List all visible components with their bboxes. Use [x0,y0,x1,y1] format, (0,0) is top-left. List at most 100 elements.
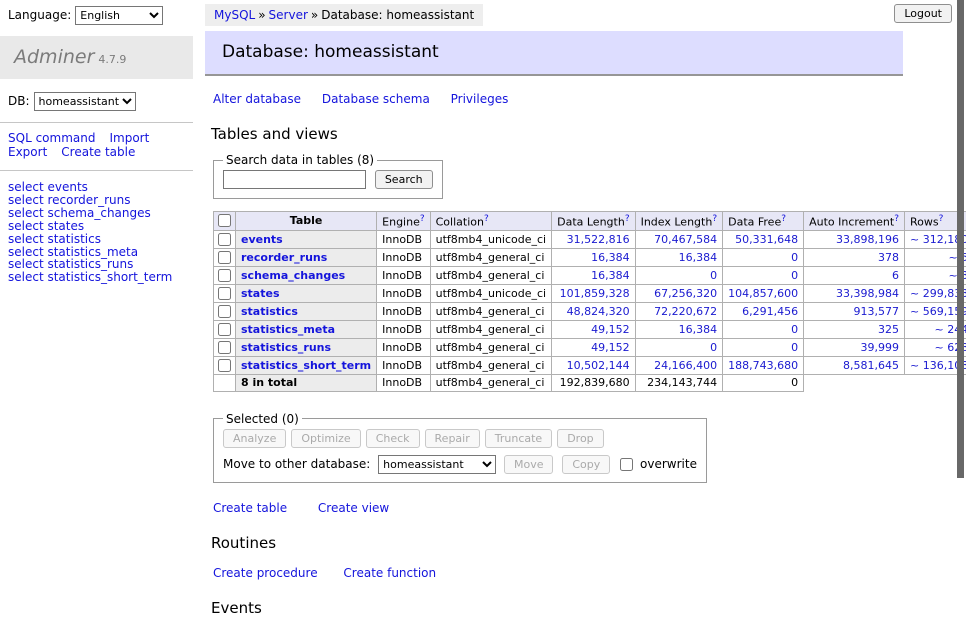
overwrite-checkbox[interactable] [620,458,633,471]
sidebar-select-link[interactable]: select statistics_short_term [8,270,172,284]
move-db-select[interactable]: homeassistant [378,455,496,474]
index-length-cell: 24,166,400 [635,356,723,374]
column-header-auto-increment: Auto Increment? [804,212,905,231]
sidebar-select-link[interactable]: select schema_changes [8,206,151,220]
sidebar-action-create-table[interactable]: Create table [61,145,135,159]
repair-button[interactable]: Repair [425,429,480,448]
table-name-link[interactable]: recorder_runs [241,251,327,264]
index-length-cell: 70,467,584 [635,230,723,248]
breadcrumb-link-mysql[interactable]: MySQL [214,8,255,22]
index-length-cell: 72,220,672 [635,302,723,320]
index-length-cell: 234,143,744 [635,374,723,391]
analyze-button[interactable]: Analyze [223,429,286,448]
auto-increment-cell: 39,999 [804,338,905,356]
selected-fieldset: Selected (0) AnalyzeOptimizeCheckRepairT… [213,412,707,483]
row-checkbox[interactable] [218,287,231,300]
link-create-procedure[interactable]: Create procedure [213,566,318,580]
select-all-checkbox[interactable] [218,214,231,227]
link-create-table[interactable]: Create table [213,501,287,515]
help-link[interactable]: ? [781,214,786,224]
table-row: schema_changesInnoDButf8mb4_general_ci16… [214,266,966,284]
table-row: statistics_runsInnoDButf8mb4_general_ci4… [214,338,966,356]
row-checkbox[interactable] [218,269,231,282]
move-button[interactable]: Move [504,455,554,474]
collation-cell: utf8mb4_general_ci [430,338,551,356]
link-privileges[interactable]: Privileges [451,92,509,106]
link-create-view[interactable]: Create view [318,501,389,515]
breadcrumb-link-server[interactable]: Server [269,8,308,22]
breadcrumb: MySQL»Server»Database: homeassistant [205,4,483,26]
search-input[interactable] [223,170,366,189]
data-free-cell: 0 [723,320,804,338]
data-free-cell: 0 [723,266,804,284]
help-link[interactable]: ? [894,214,899,224]
db-select[interactable]: homeassistant [34,92,136,111]
link-alter-database[interactable]: Alter database [213,92,301,106]
row-checkbox[interactable] [218,323,231,336]
link-database-schema[interactable]: Database schema [322,92,430,106]
data-free-cell: 0 [723,338,804,356]
app-version: 4.7.9 [98,53,126,66]
auto-increment-cell: 378 [804,248,905,266]
language-select[interactable]: English [75,6,163,25]
table-name-link[interactable]: schema_changes [241,269,345,282]
sidebar-select-link[interactable]: select states [8,219,84,233]
data-length-cell: 192,839,680 [552,374,635,391]
overwrite-label[interactable]: overwrite [640,457,697,471]
sidebar-select-link[interactable]: select statistics_runs [8,257,133,271]
move-row: Move to other database: homeassistant Mo… [223,455,697,474]
row-checkbox[interactable] [218,233,231,246]
copy-button[interactable]: Copy [562,455,610,474]
row-checkbox[interactable] [218,305,231,318]
auto-increment-cell: 325 [804,320,905,338]
link-create-function[interactable]: Create function [343,566,436,580]
collation-cell: utf8mb4_general_ci [430,356,551,374]
search-button[interactable]: Search [375,170,433,189]
breadcrumb-separator: » [311,8,318,22]
auto-increment-cell: 8,581,645 [804,356,905,374]
optimize-button[interactable]: Optimize [291,429,360,448]
sidebar-action-export[interactable]: Export [8,145,47,159]
sidebar-select-link[interactable]: select events [8,180,88,194]
drop-button[interactable]: Drop [557,429,603,448]
column-header-label: Collation [436,216,484,229]
column-header-data-free: Data Free? [723,212,804,231]
help-link[interactable]: ? [939,214,944,224]
engine-cell: InnoDB [377,320,430,338]
sidebar-action-sql-command[interactable]: SQL command [8,131,95,145]
tables-tbody: eventsInnoDButf8mb4_unicode_ci31,522,816… [214,230,966,391]
app-name-link[interactable]: Adminer [14,46,94,68]
table-name-cell: recorder_runs [236,248,377,266]
column-header-label: Table [290,214,323,227]
index-length-cell: 16,384 [635,248,723,266]
table-name-link[interactable]: statistics_runs [241,341,331,354]
row-checkbox[interactable] [218,251,231,264]
data-free-cell: 104,857,600 [723,284,804,302]
table-name-link[interactable]: states [241,287,280,300]
table-name-link[interactable]: statistics_meta [241,323,335,336]
sidebar-select-link[interactable]: select recorder_runs [8,193,131,207]
table-name-link[interactable]: events [241,233,283,246]
language-label: Language: [8,8,71,22]
help-link[interactable]: ? [420,214,425,224]
row-checkbox[interactable] [218,359,231,372]
collation-cell: utf8mb4_unicode_ci [430,230,551,248]
sidebar-select-link[interactable]: select statistics [8,232,101,246]
auto-increment-cell: 913,577 [804,302,905,320]
sidebar-action-import[interactable]: Import [109,131,149,145]
vertical-scrollbar-thumb[interactable] [957,0,964,478]
check-button[interactable]: Check [366,429,420,448]
data-length-cell: 10,502,144 [552,356,635,374]
collation-cell: utf8mb4_general_ci [430,248,551,266]
help-link[interactable]: ? [712,214,717,224]
help-link[interactable]: ? [625,214,630,224]
sidebar-select-link[interactable]: select statistics_meta [8,245,138,259]
table-name-link[interactable]: statistics_short_term [241,359,371,372]
collation-cell: utf8mb4_general_ci [430,266,551,284]
help-link[interactable]: ? [484,214,489,224]
row-checkbox[interactable] [218,341,231,354]
page-title: Database: homeassistant [205,31,903,76]
move-label: Move to other database: [223,457,370,471]
table-name-link[interactable]: statistics [241,305,298,318]
truncate-button[interactable]: Truncate [485,429,552,448]
